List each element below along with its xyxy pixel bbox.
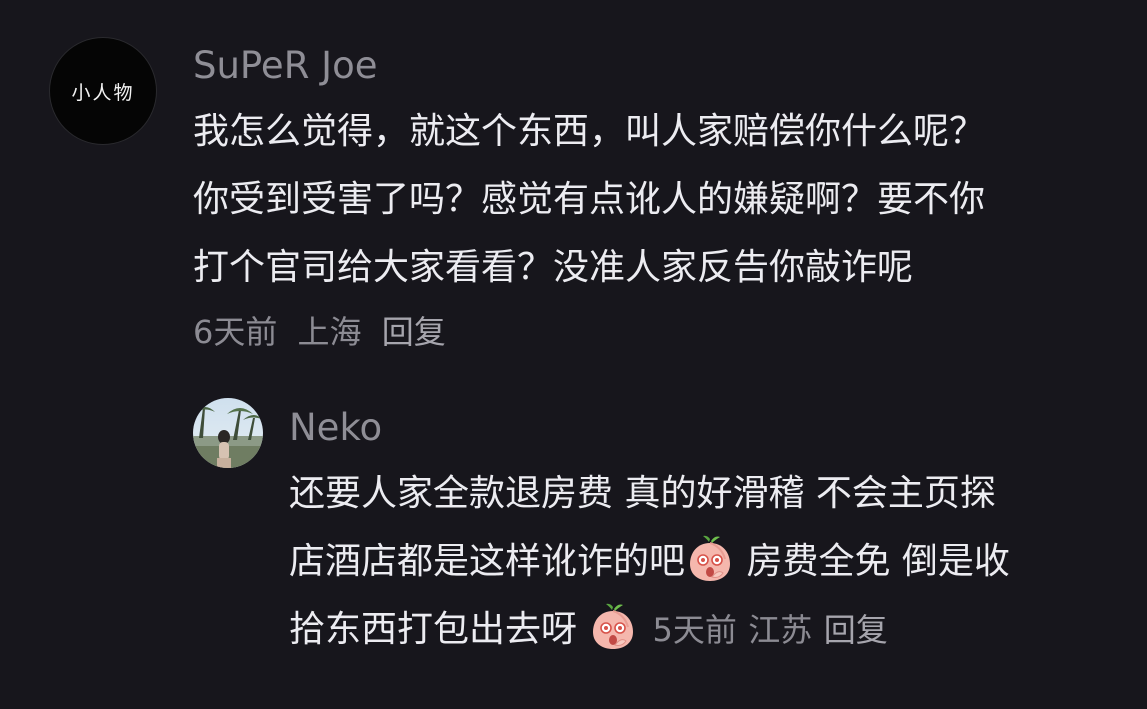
- reply-line-part: 拾东西打包出去呀: [289, 609, 589, 650]
- reply-line: 还要人家全款退房费 真的好滑稽 不会主页探: [289, 473, 996, 514]
- avatar-text: 小人物: [71, 81, 135, 104]
- comment-superjoe: 小人物 SuPeR Joe 我怎么觉得，就这个东西，叫人家赔偿你什么呢？ 你受到…: [0, 0, 1147, 380]
- reply-time: 5天前: [652, 611, 737, 649]
- reply-line: 店酒店都是这样讹诈的吧 房费全免 倒是收: [289, 528, 1139, 596]
- reply-username[interactable]: Neko: [289, 408, 382, 448]
- reply-button[interactable]: 回复: [824, 611, 888, 649]
- peach-face-emoji-icon: [590, 601, 636, 651]
- peach-face-emoji-icon: [687, 533, 733, 583]
- reply-neko: Neko 还要人家全款退房费 真的好滑稽 不会主页探 店酒店都是这样讹诈的吧 房…: [0, 380, 1147, 709]
- comment-line: 打个官司给大家看看？没准人家反告你敲诈呢: [193, 247, 914, 288]
- comment-username[interactable]: SuPeR Joe: [193, 46, 377, 86]
- comment-time: 6天前: [193, 313, 278, 351]
- comment-line: 你受到受害了吗？感觉有点讹人的嫌疑啊？要不你: [193, 179, 986, 220]
- comment-meta: 6天前 上海 回复: [193, 312, 446, 352]
- reply-location: 江苏: [748, 611, 813, 649]
- reply-button[interactable]: 回复: [382, 313, 446, 351]
- comment-line: 我怎么觉得，就这个东西，叫人家赔偿你什么呢？: [193, 111, 986, 152]
- user-avatar[interactable]: 小人物: [50, 38, 156, 144]
- comment-text: 我怎么觉得，就这个东西，叫人家赔偿你什么呢？ 你受到受害了吗？感觉有点讹人的嫌疑…: [193, 98, 1133, 302]
- reply-line: 拾东西打包出去呀 5天前 江苏 回复: [289, 596, 1139, 664]
- reply-line-part: 房费全免 倒是收: [735, 541, 1010, 582]
- reply-text: 还要人家全款退房费 真的好滑稽 不会主页探 店酒店都是这样讹诈的吧 房费全免 倒…: [289, 460, 1139, 664]
- photo-avatar-icon[interactable]: [193, 398, 263, 468]
- comment-location: 上海: [297, 313, 362, 351]
- reply-line-part: 店酒店都是这样讹诈的吧: [289, 541, 686, 582]
